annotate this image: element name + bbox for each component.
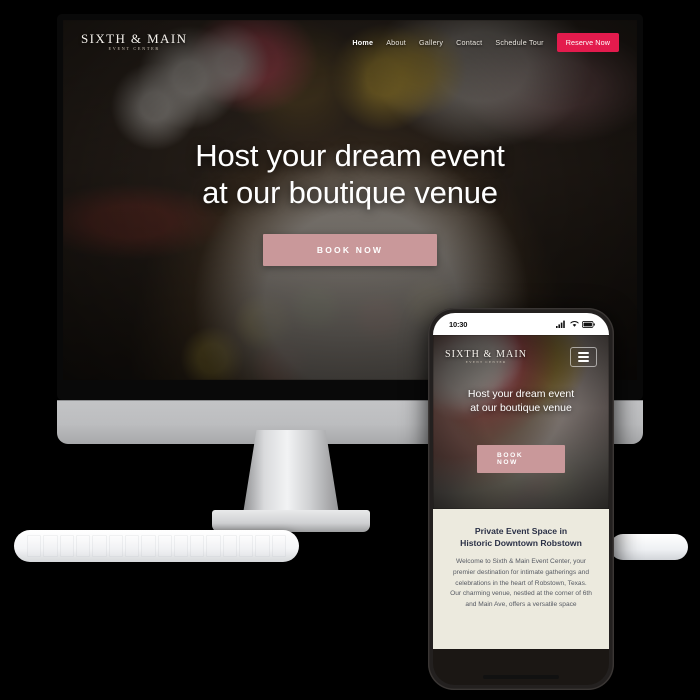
monitor-stand-neck bbox=[243, 430, 339, 514]
phone-logo-tagline: EVENT CENTER bbox=[465, 360, 507, 365]
site-navbar: SIXTH & MAIN EVENT CENTER Home About Gal… bbox=[63, 20, 637, 64]
book-now-button[interactable]: BOOK NOW bbox=[262, 233, 438, 266]
reserve-now-button[interactable]: Reserve Now bbox=[556, 32, 619, 52]
phone-status-bar: 10:30 bbox=[433, 313, 609, 335]
monitor-stand-base bbox=[212, 510, 370, 532]
phone-section-heading: Private Event Space in Historic Downtown… bbox=[449, 525, 593, 549]
hero-content: Host your dream event at our boutique ve… bbox=[63, 138, 637, 266]
keyboard-keys bbox=[27, 535, 286, 557]
cellular-signal-icon bbox=[556, 320, 565, 328]
site-logo[interactable]: SIXTH & MAIN EVENT CENTER bbox=[81, 32, 187, 51]
status-time: 10:30 bbox=[449, 319, 468, 329]
keyboard bbox=[14, 530, 299, 562]
phone-section-body: Welcome to Sixth & Main Event Center, yo… bbox=[450, 558, 592, 609]
phone-hero-heading-line-2: at our boutique venue bbox=[470, 402, 572, 415]
nav-links: Home About Gallery Contact Schedule Tour… bbox=[352, 32, 619, 52]
wifi-icon bbox=[569, 321, 579, 327]
hero-heading-line-2: at our boutique venue bbox=[202, 174, 498, 210]
nav-item-about[interactable]: About bbox=[386, 38, 406, 47]
phone-navbar: SIXTH & MAIN EVENT CENTER bbox=[433, 335, 609, 379]
nav-item-contact[interactable]: Contact bbox=[456, 38, 482, 47]
nav-item-home[interactable]: Home bbox=[352, 38, 373, 47]
battery-icon bbox=[582, 320, 595, 328]
nav-item-gallery[interactable]: Gallery bbox=[419, 38, 443, 47]
phone-book-now-button[interactable]: BOOK NOW bbox=[477, 445, 565, 473]
mobile-phone: 10:30 SIXTH & MAIN EVENT CENTER Host you… bbox=[428, 308, 614, 690]
phone-home-indicator[interactable] bbox=[483, 674, 559, 679]
phone-section-heading-line-1: Private Event Space in bbox=[474, 526, 568, 536]
nav-item-schedule-tour[interactable]: Schedule Tour bbox=[495, 38, 543, 47]
phone-hero: SIXTH & MAIN EVENT CENTER Host your drea… bbox=[433, 335, 609, 509]
hamburger-menu-icon[interactable] bbox=[570, 347, 597, 367]
status-icons bbox=[556, 320, 595, 328]
logo-tagline: EVENT CENTER bbox=[108, 46, 160, 52]
phone-site-logo[interactable]: SIXTH & MAIN EVENT CENTER bbox=[445, 348, 528, 365]
phone-hero-heading: Host your dream event at our boutique ve… bbox=[433, 387, 609, 415]
logo-wordmark: SIXTH & MAIN bbox=[81, 31, 188, 47]
phone-screen: 10:30 SIXTH & MAIN EVENT CENTER Host you… bbox=[433, 313, 609, 685]
trackpad bbox=[610, 534, 688, 560]
phone-section-heading-line-2: Historic Downtown Robstown bbox=[460, 538, 582, 549]
hero-heading-line-1: Host your dream event bbox=[195, 138, 505, 173]
phone-about-section: Private Event Space in Historic Downtown… bbox=[433, 509, 609, 649]
hero-heading: Host your dream event at our boutique ve… bbox=[195, 138, 505, 212]
phone-hero-heading-line-1: Host your dream event bbox=[467, 388, 575, 400]
mockup-scene: SIXTH & MAIN EVENT CENTER Home About Gal… bbox=[0, 0, 700, 700]
phone-logo-wordmark: SIXTH & MAIN bbox=[445, 348, 528, 360]
